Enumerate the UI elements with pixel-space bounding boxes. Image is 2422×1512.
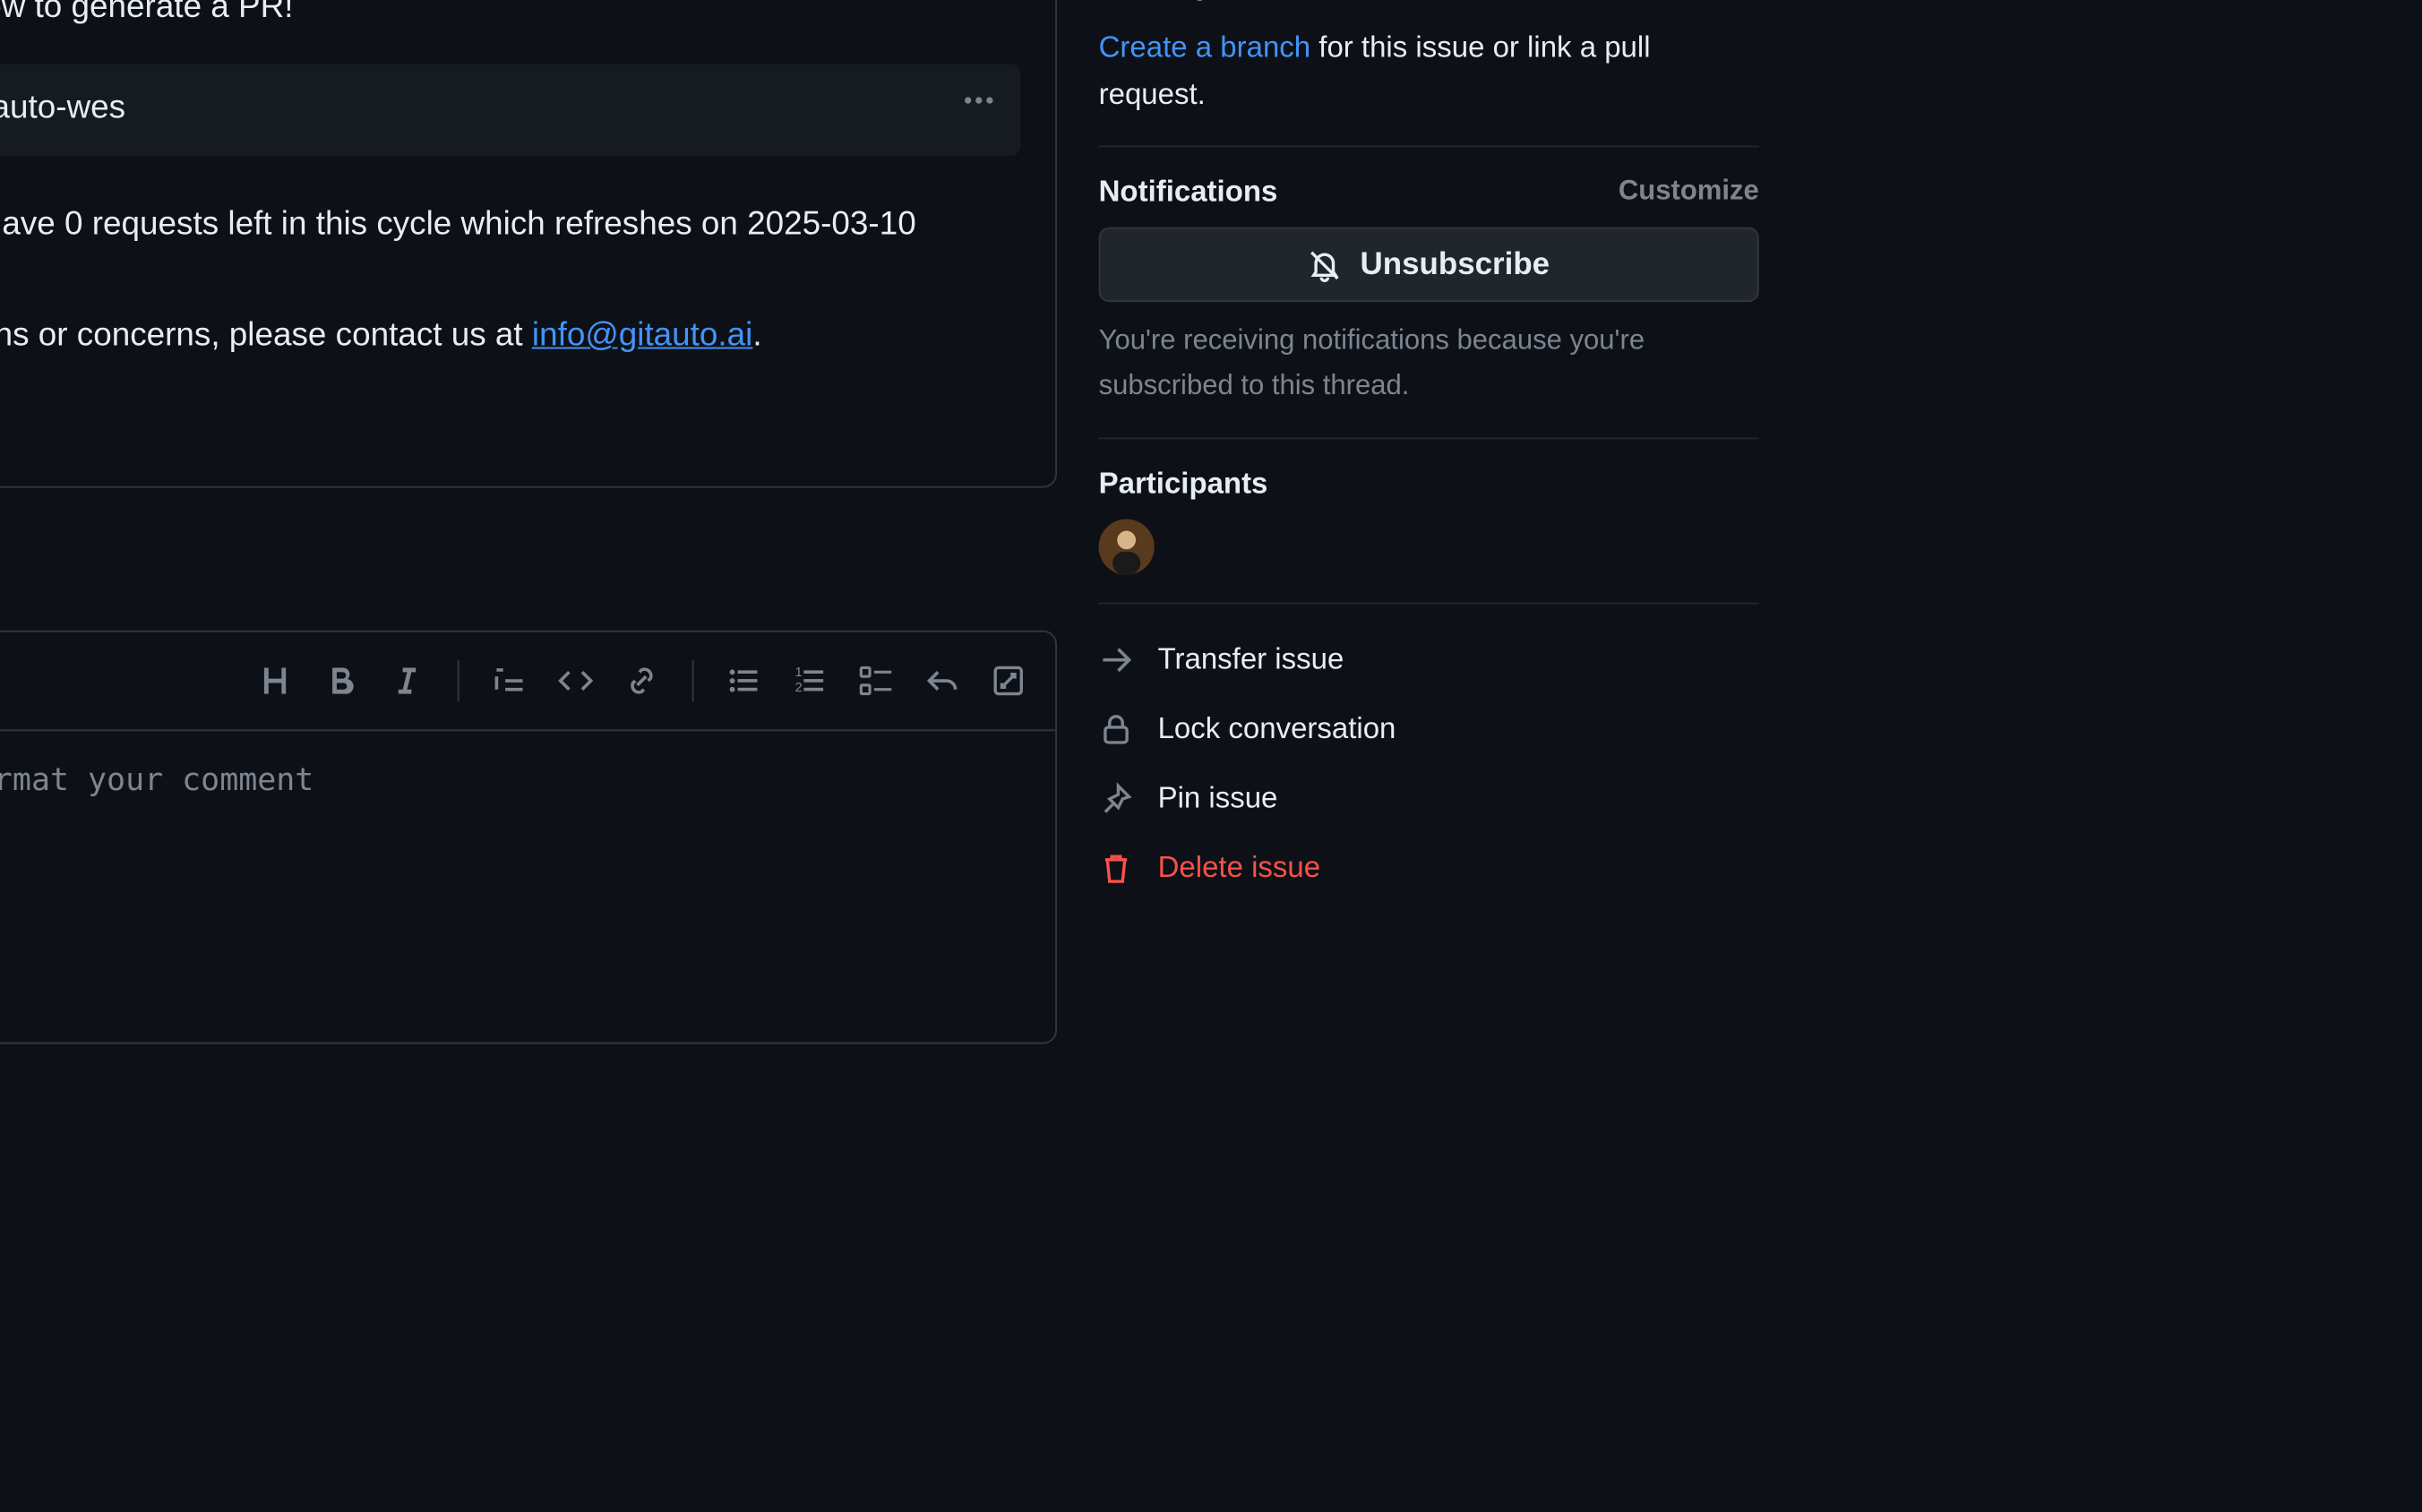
- svg-text:2: 2: [795, 682, 803, 696]
- development-settings-button[interactable]: [1724, 0, 1759, 6]
- ordered-list-button[interactable]: 12: [781, 652, 840, 711]
- tasklist-icon: [859, 665, 894, 700]
- fullscreen-icon: [991, 665, 1026, 700]
- list-unordered-icon: [726, 665, 761, 700]
- list-ordered-icon: 12: [793, 665, 828, 700]
- comment-intro: Click the checkbox below to generate a P…: [0, 0, 1020, 37]
- task-menu-button[interactable]: [961, 82, 996, 138]
- notifications-title: Notifications: [1099, 176, 1278, 210]
- reply-icon: [925, 665, 960, 700]
- lock-icon: [1099, 711, 1134, 746]
- comment-textarea[interactable]: [0, 763, 1020, 1007]
- arrow-right-icon: [1099, 641, 1134, 676]
- participants-title: Participants: [1099, 467, 1268, 502]
- comment-line1: @hiroshinishio, You have 0 requests left…: [0, 197, 1020, 309]
- comment-editor: Write Preview: [0, 631, 1057, 1045]
- add-comment-title: Add a comment: [0, 551, 1057, 599]
- customize-link[interactable]: Customize: [1619, 177, 1759, 209]
- code-button[interactable]: [546, 652, 606, 711]
- create-branch-link[interactable]: Create a branch: [1099, 30, 1310, 64]
- italic-button[interactable]: [378, 652, 437, 711]
- comment-card: gitauto-for-dev now Click the checkbox b…: [0, 0, 1057, 489]
- editor-toolbar: Write Preview: [0, 633, 1055, 731]
- contact-email-link[interactable]: info@gitauto.ai: [532, 318, 752, 355]
- sidebar: None yet Development Create a branch for…: [1099, 0, 1759, 1044]
- lock-conversation-button[interactable]: Lock conversation: [1099, 694, 1759, 764]
- italic-icon: [390, 665, 425, 700]
- notif-reason: You're receiving notifications because y…: [1099, 320, 1759, 408]
- development-title: Development: [1099, 0, 1284, 2]
- bold-button[interactable]: [312, 652, 371, 711]
- heading-button[interactable]: [245, 652, 305, 711]
- code-icon: [558, 665, 593, 700]
- task-item: Generate PR - gitauto-wes: [0, 64, 1020, 155]
- task-list-button[interactable]: [846, 652, 906, 711]
- comment-body: Click the checkbox below to generate a P…: [0, 0, 1055, 487]
- heading-icon: [258, 665, 293, 700]
- quote-button[interactable]: [480, 652, 539, 711]
- issue-actions: Transfer issue Lock conversation Pin iss…: [1099, 604, 1759, 903]
- link-button[interactable]: [612, 652, 671, 711]
- editor-area: [0, 730, 1055, 1043]
- task-label: Generate PR - gitauto-wes: [0, 82, 125, 138]
- development-desc: Create a branch for this issue or link a…: [1099, 24, 1759, 118]
- toolbar-separator: [458, 661, 459, 703]
- fullscreen-button[interactable]: [979, 652, 1038, 711]
- comment-line2: If you have any questions or concerns, p…: [0, 309, 1020, 365]
- participant-avatar[interactable]: [1099, 519, 1155, 574]
- pin-icon: [1099, 781, 1134, 816]
- unordered-list-button[interactable]: [715, 652, 774, 711]
- trash-icon: [1099, 850, 1134, 885]
- reply-button[interactable]: [913, 652, 972, 711]
- pin-issue-button[interactable]: Pin issue: [1099, 763, 1759, 833]
- unsubscribe-button[interactable]: Unsubscribe: [1099, 228, 1759, 302]
- quote-icon: [493, 665, 528, 700]
- delete-issue-button[interactable]: Delete issue: [1099, 833, 1759, 903]
- transfer-issue-button[interactable]: Transfer issue: [1099, 624, 1759, 694]
- svg-text:1: 1: [795, 666, 803, 681]
- link-icon: [624, 665, 659, 700]
- bell-slash-icon: [1308, 248, 1343, 283]
- toolbar-separator: [692, 661, 694, 703]
- user-avatar-icon: [1099, 519, 1155, 574]
- bold-icon: [323, 665, 358, 700]
